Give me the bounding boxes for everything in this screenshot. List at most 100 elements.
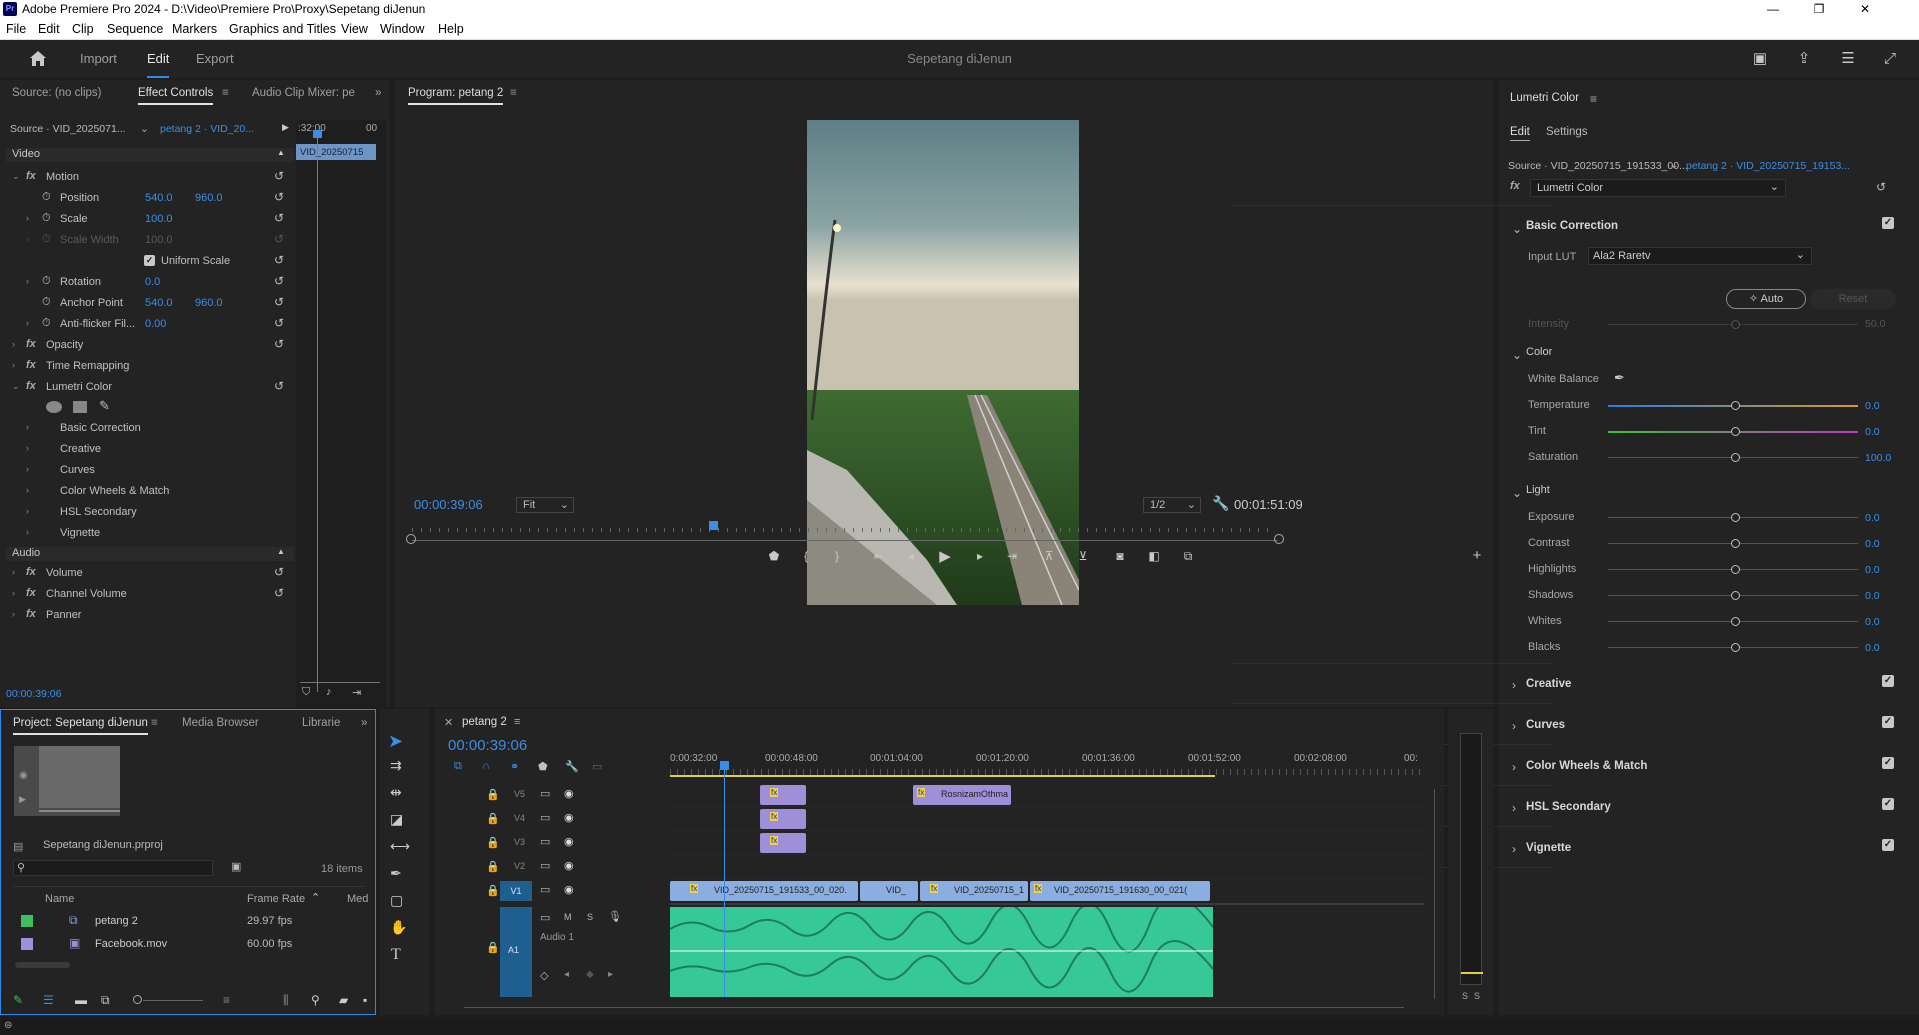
slip-tool-icon[interactable]: ⟷ — [390, 838, 410, 855]
close-tab-icon[interactable]: ✕ — [444, 716, 453, 729]
ec-anchor-y[interactable]: 960.0 — [195, 297, 223, 309]
v1-clip[interactable]: fx VID_20250715_191630_00_021( — [1030, 881, 1210, 901]
v1-clip[interactable]: VID_ — [860, 881, 918, 901]
project-horizontal-scrollbar[interactable] — [15, 962, 70, 968]
go-to-in-icon[interactable]: ⇤ — [870, 549, 888, 563]
ec-clip-bar[interactable]: VID_20250715 — [296, 144, 376, 160]
whites-knob[interactable] — [1731, 617, 1740, 626]
lumetri-tab-edit[interactable]: Edit — [1510, 126, 1530, 141]
lumetri-tab-settings[interactable]: Settings — [1546, 126, 1588, 138]
menu-markers[interactable]: Markers — [172, 22, 217, 36]
filter-icon[interactable]: ⛉ — [302, 686, 310, 699]
fx-icon[interactable]: fx — [26, 338, 36, 350]
sync-lock-icon[interactable]: ▭ — [540, 911, 550, 924]
selection-tool-icon[interactable]: ➤ — [388, 731, 403, 752]
reset-icon[interactable]: ↺ — [274, 379, 284, 393]
timeline-horizontal-scrollbar[interactable] — [464, 1007, 1404, 1008]
zoom-select[interactable]: Fit ⌄ — [516, 497, 574, 513]
pen-mask-icon[interactable]: ✎ — [99, 398, 110, 414]
collapse-video-icon[interactable]: ▲ — [277, 148, 285, 157]
audio-clip[interactable] — [670, 907, 1213, 997]
scroll-handle-left[interactable] — [406, 534, 416, 544]
icon-view-icon[interactable]: ▬ — [75, 993, 87, 1007]
lock-icon[interactable]: 🔒 — [486, 836, 500, 849]
ec-position-y[interactable]: 960.0 — [195, 192, 223, 204]
stopwatch-icon[interactable]: ⏱ — [42, 296, 51, 309]
timeline-vertical-scrollbar[interactable] — [1434, 789, 1440, 999]
ec-panner-row[interactable]: › fx Panner — [0, 607, 290, 624]
tab-libraries[interactable]: Librarie — [302, 717, 340, 729]
tint-value[interactable]: 0.0 — [1865, 426, 1880, 438]
hsl-secondary-header[interactable]: HSL Secondary — [1526, 801, 1611, 813]
ec-lumetri-sub-4[interactable]: › Color Wheels & Match — [0, 483, 290, 500]
reset-icon[interactable]: ↺ — [274, 169, 284, 183]
rectangle-mask-icon[interactable] — [73, 401, 87, 413]
mute-icon[interactable]: M — [564, 912, 572, 922]
menu-help[interactable]: Help — [438, 22, 464, 36]
step-forward-icon[interactable]: ▸ — [971, 549, 989, 563]
ec-playhead[interactable] — [317, 132, 318, 692]
timeline-ruler[interactable]: 0:00:32:00 00:00:48:00 00:01:04:00 00:01… — [670, 753, 1290, 767]
reset-icon[interactable]: ↺ — [274, 211, 284, 225]
video-clip[interactable]: fx — [760, 809, 806, 829]
thumbnail-scrub[interactable] — [39, 810, 120, 812]
video-clip[interactable]: fx — [760, 833, 806, 853]
new-bin-icon[interactable]: ▰ — [339, 993, 348, 1007]
lock-icon[interactable]: 🔒 — [486, 941, 500, 954]
reset-icon[interactable]: ↺ — [274, 274, 284, 288]
menu-clip[interactable]: Clip — [72, 22, 94, 36]
twirl-right-icon[interactable]: › — [26, 485, 29, 495]
solo-icon[interactable]: S — [587, 912, 593, 922]
ec-lumetri-sub-1[interactable]: › Basic Correction — [0, 420, 290, 437]
sync-lock-icon[interactable]: ▭ — [540, 835, 550, 848]
ec-scale-value[interactable]: 100.0 — [145, 213, 173, 225]
reset-icon[interactable]: ↺ — [274, 316, 284, 330]
whites-value[interactable]: 0.0 — [1865, 616, 1880, 628]
reset-icon[interactable]: ↺ — [274, 337, 284, 351]
sync-lock-icon[interactable]: ▭ — [540, 811, 550, 824]
ec-lumetri-sub-5[interactable]: › HSL Secondary — [0, 504, 290, 521]
stopwatch-icon[interactable]: ⏱ — [42, 191, 51, 204]
ec-lumetri-sub-3[interactable]: › Curves — [0, 462, 290, 479]
panel-menu-icon[interactable]: ≡ — [222, 87, 229, 99]
comparison-view-icon[interactable]: ◧ — [1145, 549, 1163, 563]
uniform-scale-checkbox[interactable]: ✓ — [144, 255, 155, 266]
curves-header[interactable]: Curves — [1526, 719, 1565, 731]
fx-icon[interactable]: fx — [26, 359, 36, 371]
stopwatch-icon[interactable]: ⏱ — [42, 275, 51, 288]
twirl-right-icon[interactable]: › — [26, 443, 29, 453]
twirl-right-icon[interactable]: › — [12, 567, 15, 577]
reset-icon[interactable]: ↺ — [274, 253, 284, 267]
tab-project[interactable]: Project: Sepetang diJenun — [13, 717, 148, 735]
temperature-value[interactable]: 0.0 — [1865, 400, 1880, 412]
solo-right-button[interactable]: S — [1474, 991, 1480, 1001]
type-tool-icon[interactable]: T — [391, 946, 401, 964]
status-icon[interactable]: ⊜ — [4, 1020, 12, 1031]
fx-icon[interactable]: fx — [1510, 180, 1520, 192]
twirl-right-icon[interactable]: › — [1512, 842, 1516, 856]
program-time-ruler[interactable] — [412, 520, 1272, 532]
lumetri-sequence[interactable]: petang 2 · VID_20250715_19153... — [1686, 160, 1850, 172]
timeline-playhead-handle[interactable] — [720, 761, 729, 770]
timeline-timecode[interactable]: 00:00:39:06 — [448, 737, 527, 754]
eye-icon[interactable]: ◉ — [564, 811, 574, 824]
color-wheels-header[interactable]: Color Wheels & Match — [1526, 760, 1647, 772]
insert-nest-icon[interactable]: ⧉ — [454, 760, 462, 773]
eyedropper-icon[interactable]: ✒ — [1614, 370, 1625, 386]
collapse-audio-icon[interactable]: ▲ — [277, 547, 285, 556]
maximize-button[interactable]: ❐ — [1796, 0, 1842, 18]
twirl-right-icon[interactable]: › — [1512, 760, 1516, 774]
resolution-select[interactable]: 1/2 ⌄ — [1143, 497, 1201, 513]
panel-menu-icon[interactable]: ≡ — [510, 87, 517, 99]
rectangle-tool-icon[interactable]: ▢ — [390, 892, 403, 909]
track-name-v1[interactable]: V1 — [500, 881, 532, 901]
share-icon[interactable]: ⇪ — [1794, 49, 1814, 69]
twirl-right-icon[interactable]: › — [26, 213, 29, 223]
export-frame-icon[interactable]: ⇥ — [352, 686, 361, 699]
freeform-view-icon[interactable]: ⧉ — [101, 993, 110, 1008]
ec-volume-row[interactable]: › fx Volume ↺ — [0, 565, 290, 582]
work-area-bar[interactable] — [670, 775, 1215, 777]
temperature-knob[interactable] — [1731, 401, 1740, 410]
mark-in-icon[interactable]: { — [797, 549, 815, 563]
label-color-swatch[interactable] — [21, 915, 33, 927]
